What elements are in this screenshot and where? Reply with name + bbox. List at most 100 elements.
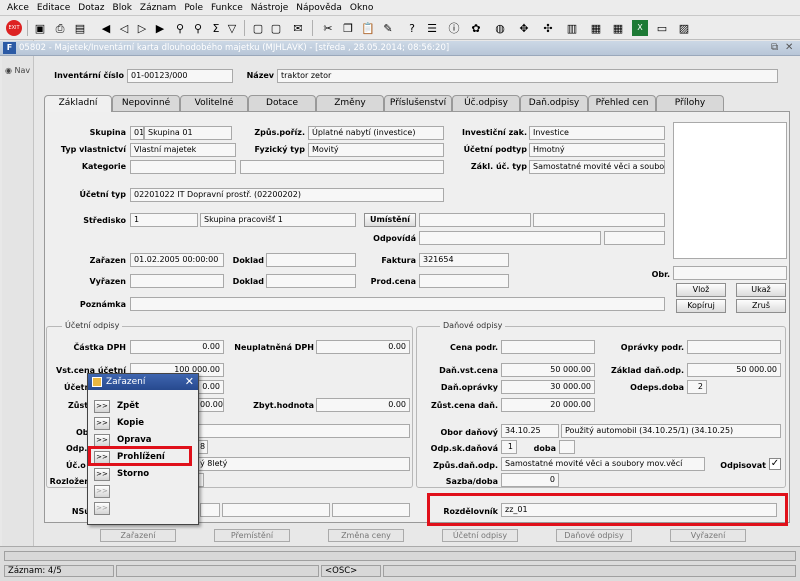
zakladni-ucetni-typ-field[interactable]: Samostatné movité věci a soubory: [529, 160, 665, 174]
obr-field[interactable]: [673, 266, 787, 280]
opravky-podr-field[interactable]: [687, 340, 781, 354]
tab-volitelne[interactable]: Volitelné: [180, 95, 248, 111]
prev-block-icon[interactable]: ◀: [98, 20, 114, 36]
zmena-ceny-button[interactable]: Změna ceny: [328, 529, 404, 542]
settings-icon[interactable]: ✿: [468, 20, 484, 36]
popup-item-button[interactable]: >>: [94, 502, 110, 515]
popup-item-empty-1[interactable]: >>: [94, 485, 194, 499]
tab-dotace[interactable]: Dotace: [248, 95, 316, 111]
menu-funkce[interactable]: Funkce: [207, 3, 247, 13]
sazba-doba-field[interactable]: 0: [501, 473, 559, 487]
new-record-icon[interactable]: ▢: [250, 20, 266, 36]
odpisovat-checkbox[interactable]: ✓: [769, 458, 781, 470]
popup-close-icon[interactable]: ✕: [185, 374, 194, 390]
nsu-field-3[interactable]: [332, 503, 410, 517]
menu-akce[interactable]: Akce: [3, 3, 33, 13]
doklad2-field[interactable]: [266, 274, 356, 288]
danova-vstupni-cena-field[interactable]: 50 000.00: [501, 363, 595, 377]
nsu-field-1[interactable]: [200, 503, 220, 517]
paste-icon[interactable]: 📋: [360, 20, 376, 36]
nsu-field-2[interactable]: [222, 503, 330, 517]
danove-opravky-field[interactable]: 30 000.00: [501, 380, 595, 394]
delete-record-icon[interactable]: ▢: [268, 20, 284, 36]
doba-field[interactable]: [559, 440, 575, 454]
help-icon[interactable]: ?: [404, 20, 420, 36]
obor-danovy-name-field[interactable]: Použitý automobil (34.10.25/1) (34.10.25…: [561, 424, 781, 438]
ucetni-typ-field[interactable]: 02201022 IT Dopravní prostř. (02200202): [130, 188, 444, 202]
odpovida-extra-field[interactable]: [604, 231, 665, 245]
query-count-icon[interactable]: Σ: [208, 20, 224, 36]
kategorie-name-field[interactable]: [240, 160, 444, 174]
vyrazeni-button[interactable]: Vyřazení: [670, 529, 746, 542]
tab-prislusenstvi[interactable]: Příslušenství: [384, 95, 452, 111]
menu-pole[interactable]: Pole: [180, 3, 207, 13]
vyrazen-field[interactable]: [130, 274, 224, 288]
globe-icon[interactable]: ◍: [492, 20, 508, 36]
vloz-button[interactable]: Vlož: [676, 283, 726, 297]
copy-icon[interactable]: ❐: [340, 20, 356, 36]
umisteni-button[interactable]: Umístění: [364, 213, 416, 227]
list-icon[interactable]: ☰: [424, 20, 440, 36]
kategorie-field[interactable]: [130, 160, 236, 174]
report-icon[interactable]: ▦: [588, 20, 604, 36]
castka-dph-field[interactable]: 0.00: [130, 340, 224, 354]
stredisko-name-field[interactable]: Skupina pracovišť 1: [200, 213, 356, 227]
query-enter-icon[interactable]: ⚲: [172, 20, 188, 36]
popup-item-button[interactable]: >>: [94, 485, 110, 498]
tab-dan-odpisy[interactable]: Daň.odpisy: [520, 95, 588, 111]
name-field[interactable]: traktor zetor: [277, 69, 778, 83]
fyzicky-typ-field[interactable]: Movitý: [308, 143, 444, 157]
cut-icon[interactable]: ✂: [320, 20, 336, 36]
zbytkova-hodnota-field[interactable]: 0.00: [316, 398, 410, 412]
obor-ucetni-field[interactable]: [196, 424, 410, 438]
excel-icon[interactable]: X: [632, 20, 648, 36]
zrus-button[interactable]: Zruš: [736, 299, 786, 313]
next-record-icon[interactable]: ▷: [134, 20, 150, 36]
tools-icon[interactable]: ✥: [516, 20, 532, 36]
menu-nastroje[interactable]: Nástroje: [247, 3, 293, 13]
zpusob-danoveho-odpisu-field[interactable]: Samostatné movité věci a soubory mov.věc…: [501, 457, 705, 471]
print-preview-icon[interactable]: ▤: [72, 20, 88, 36]
faktura-field[interactable]: 321654: [419, 253, 509, 267]
stredisko-code-field[interactable]: 1: [130, 213, 198, 227]
neuplatnena-dph-field[interactable]: 0.00: [316, 340, 410, 354]
ucetni-podtyp-field[interactable]: Hmotný: [529, 143, 665, 157]
tab-zakladni[interactable]: Základní: [44, 95, 112, 112]
save-icon[interactable]: ▣: [32, 20, 48, 36]
prev-record-icon[interactable]: ◁: [116, 20, 132, 36]
tab-nepovinne[interactable]: Nepovinné: [112, 95, 180, 111]
investicni-zakazka-field[interactable]: Investice: [529, 126, 665, 140]
menu-dotaz[interactable]: Dotaz: [74, 3, 108, 13]
odepsana-doba-field[interactable]: 2: [687, 380, 707, 394]
skupina-code-field[interactable]: 01: [130, 126, 144, 140]
zpusob-porizeni-field[interactable]: Úplatné nabytí (investice): [308, 126, 444, 140]
tab-uc-odpisy[interactable]: Úč.odpisy: [452, 95, 520, 111]
cena-podr-field[interactable]: [501, 340, 595, 354]
zustatkova-cena-danova-field[interactable]: 20 000.00: [501, 398, 595, 412]
odpovida-field[interactable]: [419, 231, 601, 245]
zustatkova-cena-field[interactable]: 00.00: [196, 398, 224, 412]
prodejni-cena-field[interactable]: [419, 274, 509, 288]
ucetni-opravky-field[interactable]: 0.00: [196, 380, 224, 394]
exit-icon[interactable]: EXIT: [6, 20, 22, 36]
premisteni-button[interactable]: Přemístění: [214, 529, 290, 542]
popup-item-kopie[interactable]: >> Kopie: [94, 417, 194, 431]
menu-zaznam[interactable]: Záznam: [136, 3, 180, 13]
poznamka-field[interactable]: [130, 297, 665, 311]
zarazeni-button[interactable]: Zařazení: [100, 529, 176, 542]
folder-icon[interactable]: ▭: [654, 20, 670, 36]
menu-editace[interactable]: Editace: [33, 3, 74, 13]
kopiruj-button[interactable]: Kopíruj: [676, 299, 726, 313]
ucetni-odpisy-button[interactable]: Účetní odpisy: [442, 529, 518, 542]
filter-icon[interactable]: ▽: [224, 20, 240, 36]
obor-danovy-code-field[interactable]: 34.10.25: [501, 424, 559, 438]
popup-item-button[interactable]: >>: [94, 417, 110, 430]
menu-okno[interactable]: Okno: [346, 3, 378, 13]
menu-napoveda[interactable]: Nápověda: [292, 3, 346, 13]
tab-prehled-cen[interactable]: Přehled cen: [588, 95, 656, 111]
restore-icon[interactable]: ⧉: [771, 42, 778, 53]
query-execute-icon[interactable]: ⚲: [190, 20, 206, 36]
close-icon[interactable]: ✕: [785, 42, 793, 53]
popup-item-button[interactable]: >>: [94, 468, 110, 481]
popup-item-button[interactable]: >>: [94, 400, 110, 413]
